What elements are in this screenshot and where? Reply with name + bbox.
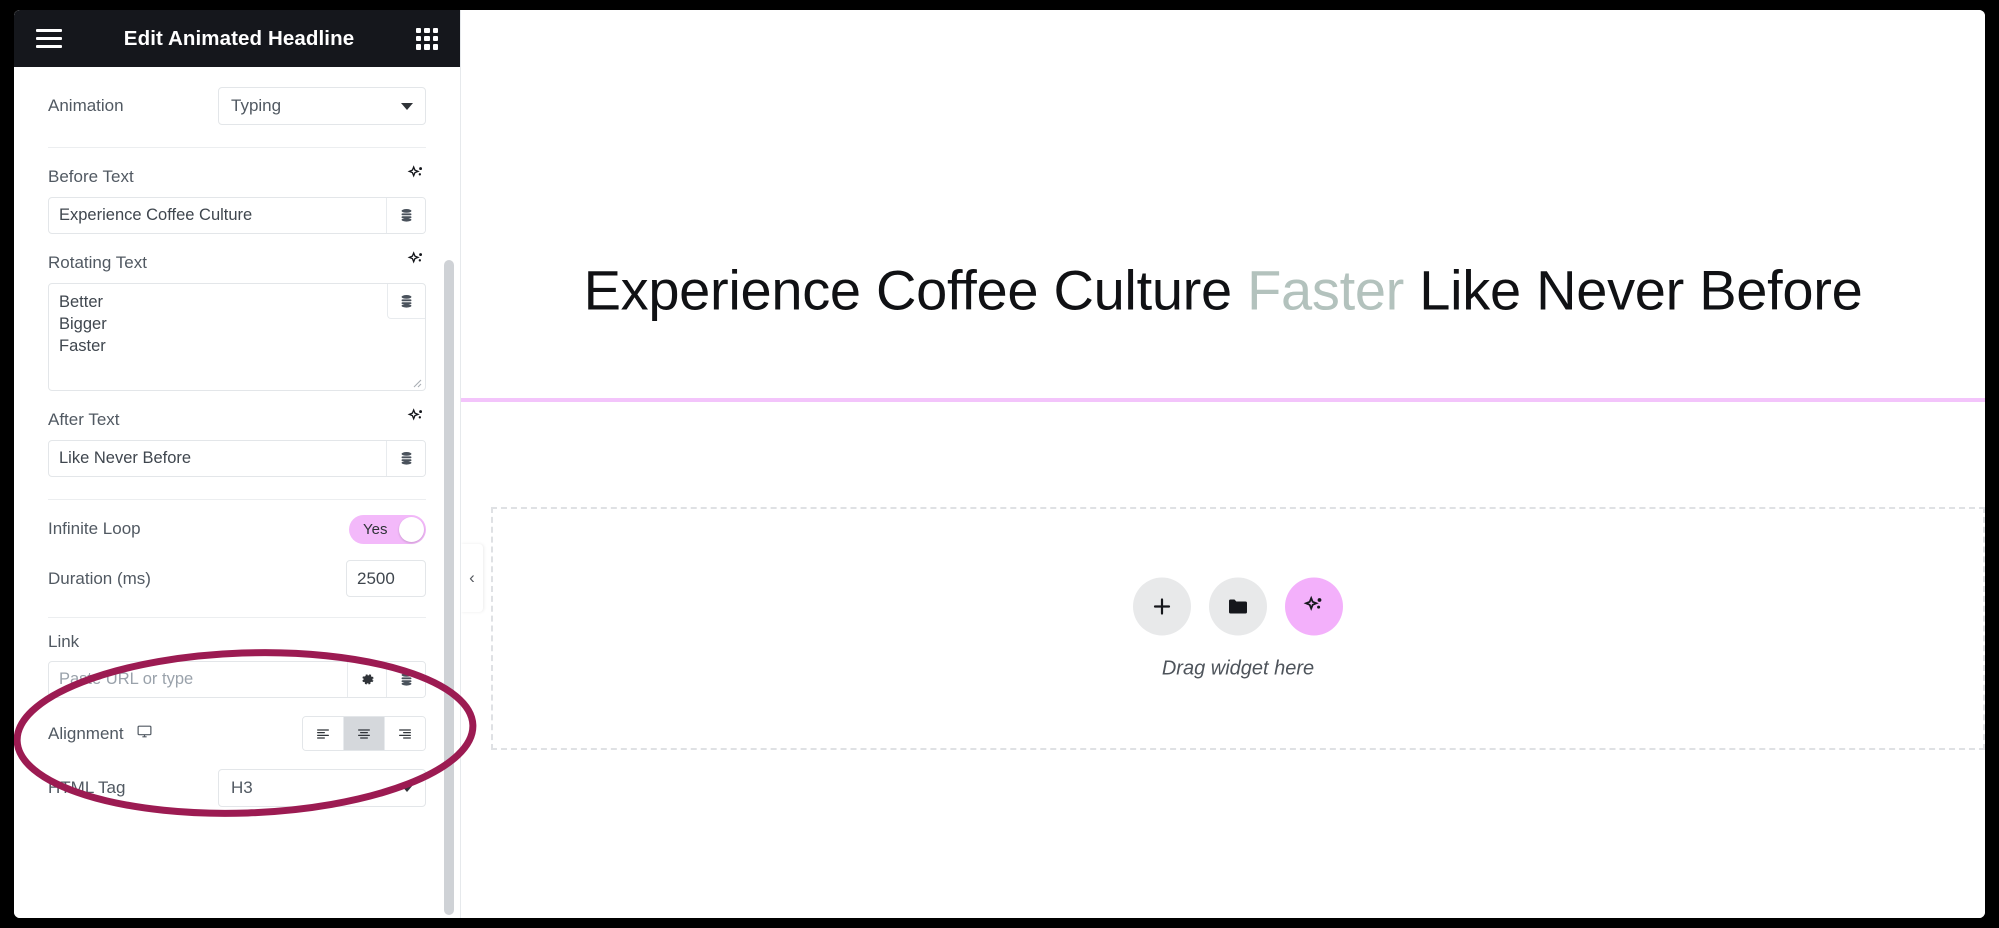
gear-icon[interactable]	[347, 662, 386, 697]
dropzone-label: Drag widget here	[1161, 657, 1315, 679]
database-dynamic-tags-icon[interactable]	[386, 662, 425, 697]
animation-value: Typing	[231, 96, 282, 115]
duration-label: Duration (ms)	[48, 568, 151, 588]
rotating-text-label: Rotating Text	[48, 252, 147, 272]
alignment-label: Alignment	[48, 723, 124, 743]
database-dynamic-tags-icon[interactable]	[387, 284, 425, 319]
headline-after-text: Like Never Before	[1404, 258, 1863, 322]
after-text-input[interactable]	[49, 441, 386, 476]
align-left-button[interactable]	[303, 717, 344, 750]
chevron-down-icon	[401, 103, 413, 110]
animation-label: Animation	[48, 96, 124, 115]
panel-collapse-handle[interactable]: ‹	[461, 544, 483, 612]
sparkle-ai-icon[interactable]	[406, 250, 426, 275]
headline-before-text: Experience Coffee Culture	[583, 258, 1248, 322]
headline-section[interactable]: Experience Coffee Culture Faster Like Ne…	[461, 10, 1985, 402]
align-right-button[interactable]	[385, 717, 425, 750]
rotating-text-input[interactable]: Better Bigger Faster	[49, 284, 425, 390]
before-text-field[interactable]	[48, 197, 426, 234]
grid-icon[interactable]	[416, 27, 438, 50]
infinite-loop-row: Infinite Loop Yes	[48, 512, 426, 546]
settings-panel: Edit Animated Headline Animation Typing …	[14, 10, 461, 918]
panel-body: Animation Typing Before Text Experience …	[14, 67, 460, 918]
duration-input[interactable]	[346, 560, 426, 597]
divider	[48, 499, 426, 500]
link-label: Link	[48, 632, 80, 651]
html-tag-value: H3	[231, 778, 253, 797]
infinite-loop-label: Infinite Loop	[48, 519, 141, 538]
alignment-button-group[interactable]	[302, 716, 426, 751]
headline-rotating-text: Faster	[1247, 258, 1405, 322]
after-text-label-row: After Text	[48, 407, 426, 432]
editor-screen: Edit Animated Headline Animation Typing …	[14, 10, 1985, 918]
chevron-down-icon	[401, 785, 413, 792]
before-text-label: Before Text	[48, 166, 134, 186]
preview-canvas: Experience Coffee Culture Faster Like Ne…	[461, 10, 1985, 918]
divider	[48, 147, 426, 148]
after-text-label: After Text	[48, 409, 120, 429]
desktop-monitor-icon[interactable]	[136, 723, 153, 745]
alignment-row: Alignment	[48, 716, 426, 751]
database-dynamic-tags-icon[interactable]	[386, 441, 425, 476]
html-tag-label: HTML Tag	[48, 778, 126, 797]
divider	[48, 617, 426, 618]
dropzone-buttons	[493, 577, 1983, 635]
ai-generate-button[interactable]	[1285, 577, 1343, 635]
sparkle-ai-icon[interactable]	[406, 407, 426, 432]
duration-row: Duration (ms)	[48, 560, 426, 597]
link-input[interactable]	[49, 662, 347, 697]
hamburger-icon[interactable]	[36, 29, 62, 48]
link-label-row: Link	[48, 632, 426, 652]
html-tag-select[interactable]: H3	[218, 769, 426, 807]
animation-row: Animation Typing	[48, 87, 426, 125]
animated-headline[interactable]: Experience Coffee Culture Faster Like Ne…	[461, 258, 1985, 323]
before-text-input[interactable]	[49, 198, 386, 233]
rotating-text-field[interactable]: Better Bigger Faster	[48, 283, 426, 391]
panel-header: Edit Animated Headline	[14, 10, 460, 67]
html-tag-row: HTML Tag H3	[48, 769, 426, 807]
open-folder-button[interactable]	[1209, 577, 1267, 635]
widget-dropzone[interactable]: Drag widget here	[491, 507, 1985, 750]
infinite-loop-state: Yes	[363, 520, 388, 538]
before-text-label-row: Before Text	[48, 164, 426, 189]
toggle-knob	[399, 516, 424, 542]
after-text-field[interactable]	[48, 440, 426, 477]
rotating-text-label-row: Rotating Text	[48, 250, 426, 275]
panel-scrollbar-thumb[interactable]	[444, 260, 454, 915]
database-dynamic-tags-icon[interactable]	[386, 198, 425, 233]
infinite-loop-toggle[interactable]: Yes	[349, 514, 426, 544]
link-field[interactable]	[48, 661, 426, 698]
align-center-button[interactable]	[344, 717, 385, 750]
page-title: Edit Animated Headline	[123, 26, 355, 50]
add-widget-button[interactable]	[1133, 577, 1191, 635]
animation-select[interactable]: Typing	[218, 87, 426, 125]
sparkle-ai-icon[interactable]	[406, 164, 426, 189]
